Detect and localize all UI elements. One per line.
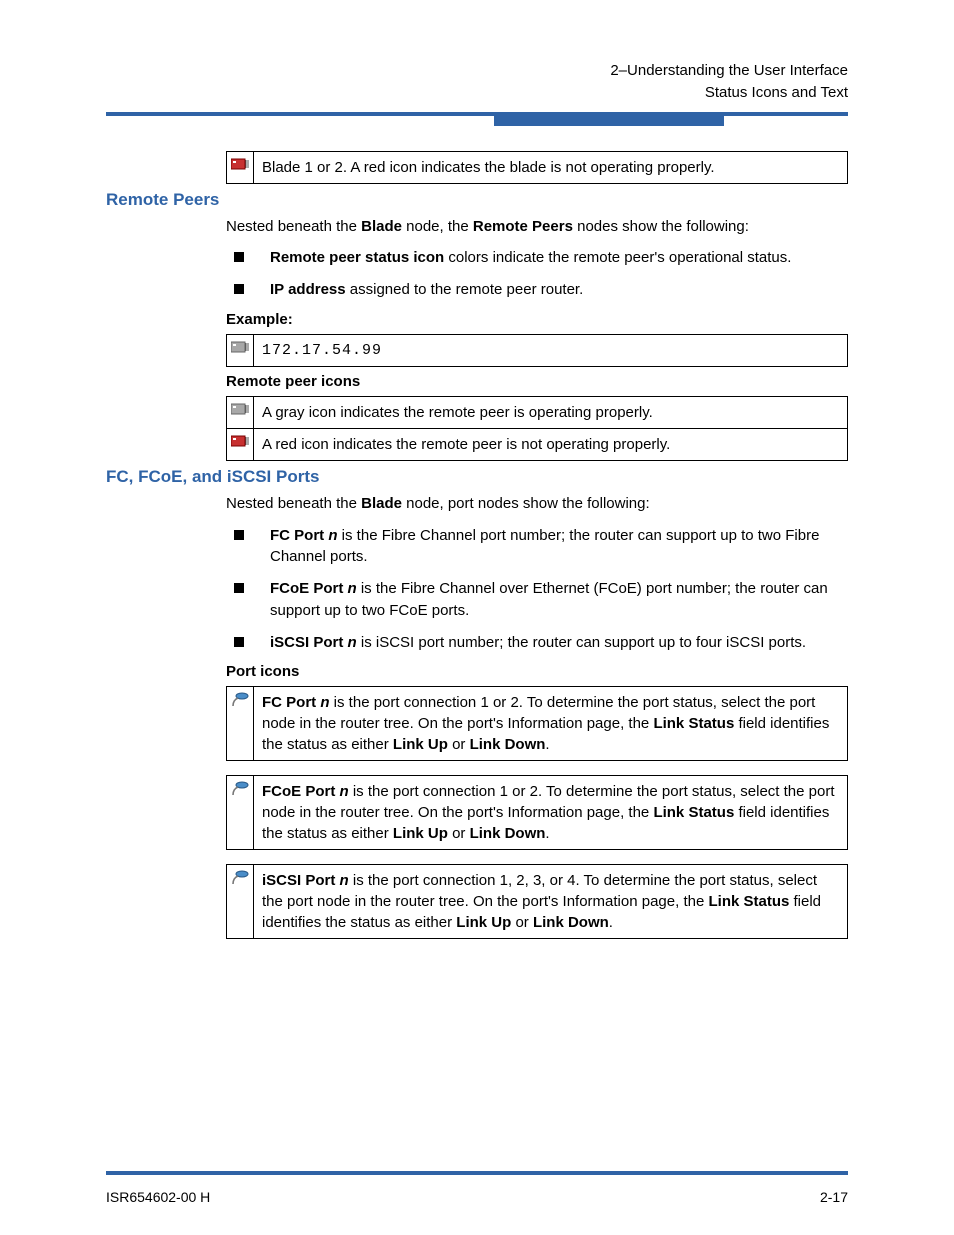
example-label: Example: [226, 311, 848, 328]
footer-page-num: 2-17 [820, 1189, 848, 1205]
footer-doc-id: ISR654602-00 H [106, 1189, 210, 1205]
example-ip: 172.17.54.99 [254, 335, 847, 366]
iscsi-port-text: iSCSI Port n is the port connection 1, 2… [254, 865, 847, 938]
remote-peers-intro: Nested beneath the Blade node, the Remot… [226, 216, 848, 238]
header-line2: Status Icons and Text [106, 82, 848, 104]
list-item: Remote peer status icon colors indicate … [226, 247, 848, 269]
peer-red-text: A red icon indicates the remote peer is … [254, 429, 847, 460]
fc-port-icon-box: FC Port n is the port connection 1 or 2.… [226, 686, 848, 761]
remote-peers-heading: Remote Peers [106, 190, 848, 210]
remote-peer-icons-label: Remote peer icons [226, 373, 848, 390]
peer-gray-icon [227, 335, 254, 366]
list-item: FC Port n is the Fibre Channel port numb… [226, 525, 848, 569]
blade-icon-box: Blade 1 or 2. A red icon indicates the b… [226, 151, 848, 184]
peer-gray-text: A gray icon indicates the remote peer is… [254, 397, 847, 428]
header-line1: 2–Understanding the User Interface [106, 60, 848, 82]
port-icon [227, 865, 254, 938]
port-icon [227, 776, 254, 849]
page-footer: ISR654602-00 H 2-17 [106, 1171, 848, 1205]
ports-bullets: FC Port n is the Fibre Channel port numb… [226, 525, 848, 654]
remote-peer-icons-table: A gray icon indicates the remote peer is… [226, 396, 848, 461]
peer-red-icon [227, 429, 254, 460]
running-header: 2–Understanding the User Interface Statu… [106, 60, 848, 104]
header-rule [106, 112, 848, 116]
port-icons-label: Port icons [226, 663, 848, 680]
fcoe-port-icon-box: FCoE Port n is the port connection 1 or … [226, 775, 848, 850]
fc-port-text: FC Port n is the port connection 1 or 2.… [254, 687, 847, 760]
iscsi-port-icon-box: iSCSI Port n is the port connection 1, 2… [226, 864, 848, 939]
example-box: 172.17.54.99 [226, 334, 848, 367]
remote-peers-bullets: Remote peer status icon colors indicate … [226, 247, 848, 301]
port-icon [227, 687, 254, 760]
fcoe-port-text: FCoE Port n is the port connection 1 or … [254, 776, 847, 849]
list-item: iSCSI Port n is iSCSI port number; the r… [226, 632, 848, 654]
ports-intro: Nested beneath the Blade node, port node… [226, 493, 848, 515]
blade-red-text: Blade 1 or 2. A red icon indicates the b… [254, 152, 847, 183]
header-tab [494, 112, 724, 126]
list-item: IP address assigned to the remote peer r… [226, 279, 848, 301]
peer-gray-icon [227, 397, 254, 428]
list-item: FCoE Port n is the Fibre Channel over Et… [226, 578, 848, 622]
blade-red-icon [227, 152, 254, 183]
ports-heading: FC, FCoE, and iSCSI Ports [106, 467, 848, 487]
